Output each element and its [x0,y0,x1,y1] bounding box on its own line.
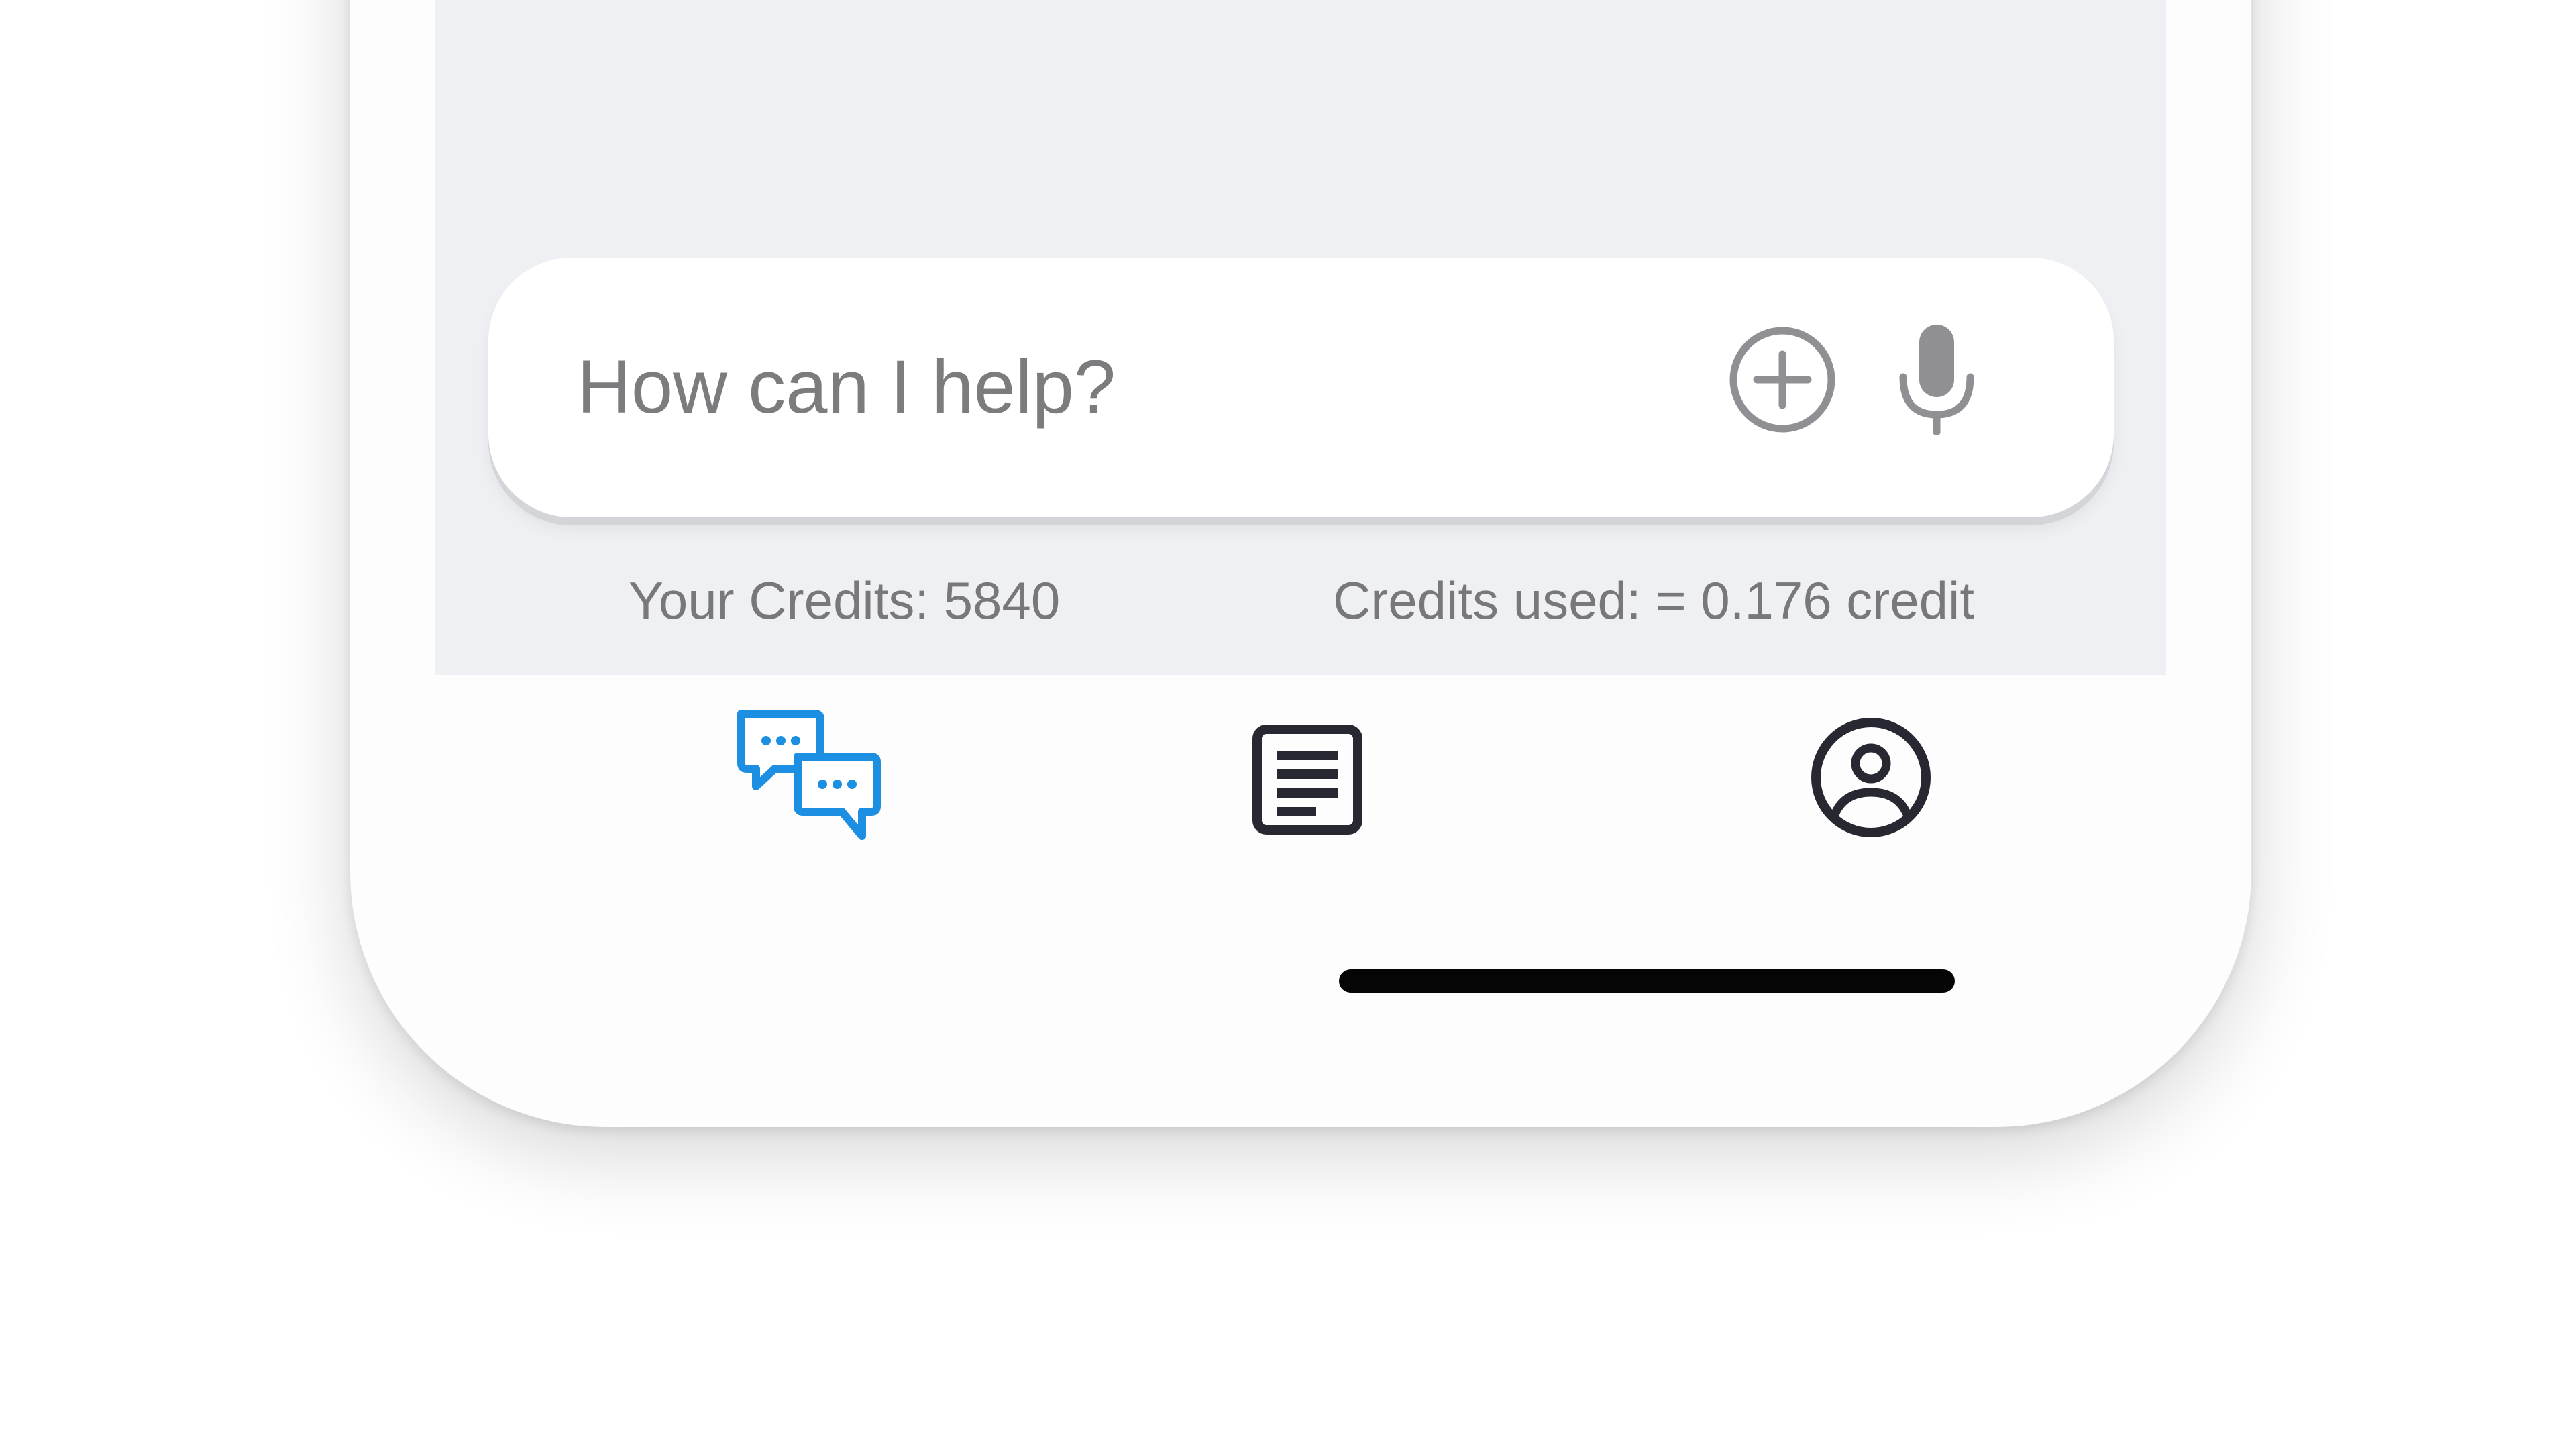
phone-frame: Your Credits: 5840 Credits used: = 0.176… [350,0,2251,1127]
document-icon [1252,724,1362,835]
bottom-navigation [435,675,2166,876]
tab-chat[interactable] [736,708,882,844]
tab-profile[interactable] [1810,716,1932,839]
chat-input-bar [488,258,2114,517]
microphone-icon [1899,325,1974,436]
chat-bubbles-icon [737,710,881,840]
chat-input[interactable] [577,325,1583,449]
your-credits-text: Your Credits: 5840 [629,571,1061,630]
voice-input-button[interactable] [1895,325,1978,436]
chat-area: Your Credits: 5840 Credits used: = 0.176… [435,0,2166,675]
plus-circle-icon [1729,327,1835,433]
home-indicator[interactable] [1339,969,1955,993]
add-attachment-button[interactable] [1727,325,1837,435]
tab-documents[interactable] [1252,724,1362,835]
credits-used-text: Credits used: = 0.176 credit [1332,571,1974,630]
user-circle-icon [1811,718,1931,837]
